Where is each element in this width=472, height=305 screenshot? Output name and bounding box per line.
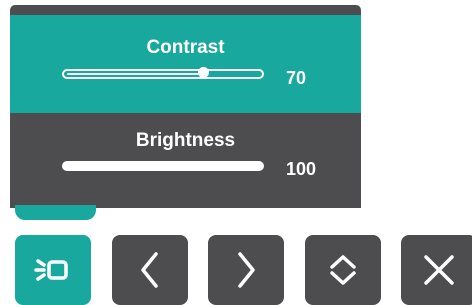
contrast-setting[interactable]: Contrast 70 (10, 15, 361, 113)
panel-top-strip (10, 5, 361, 15)
contrast-slider-thumb[interactable] (198, 67, 209, 78)
close-button[interactable] (401, 235, 472, 305)
contrast-label: Contrast (146, 37, 225, 58)
input-source-button[interactable] (15, 235, 91, 305)
input-source-icon (34, 259, 68, 281)
up-down-button[interactable] (305, 235, 381, 305)
brightness-label: Brightness (135, 130, 236, 151)
next-button[interactable] (208, 235, 284, 305)
contrast-slider-fill (67, 73, 203, 75)
contrast-value: 70 (286, 68, 307, 88)
up-down-icon (330, 255, 356, 285)
previous-button[interactable] (112, 235, 188, 305)
osd-menu-panel: Contrast 70 Brightness 100 (10, 5, 361, 208)
close-icon (424, 255, 454, 285)
brightness-setting[interactable]: Brightness 100 (10, 113, 361, 208)
brightness-slider[interactable] (62, 161, 264, 171)
selected-button-indicator (15, 205, 96, 220)
chevron-right-icon (238, 252, 255, 288)
brightness-value: 100 (286, 159, 317, 179)
chevron-left-icon (141, 252, 158, 288)
contrast-slider[interactable] (62, 67, 264, 79)
